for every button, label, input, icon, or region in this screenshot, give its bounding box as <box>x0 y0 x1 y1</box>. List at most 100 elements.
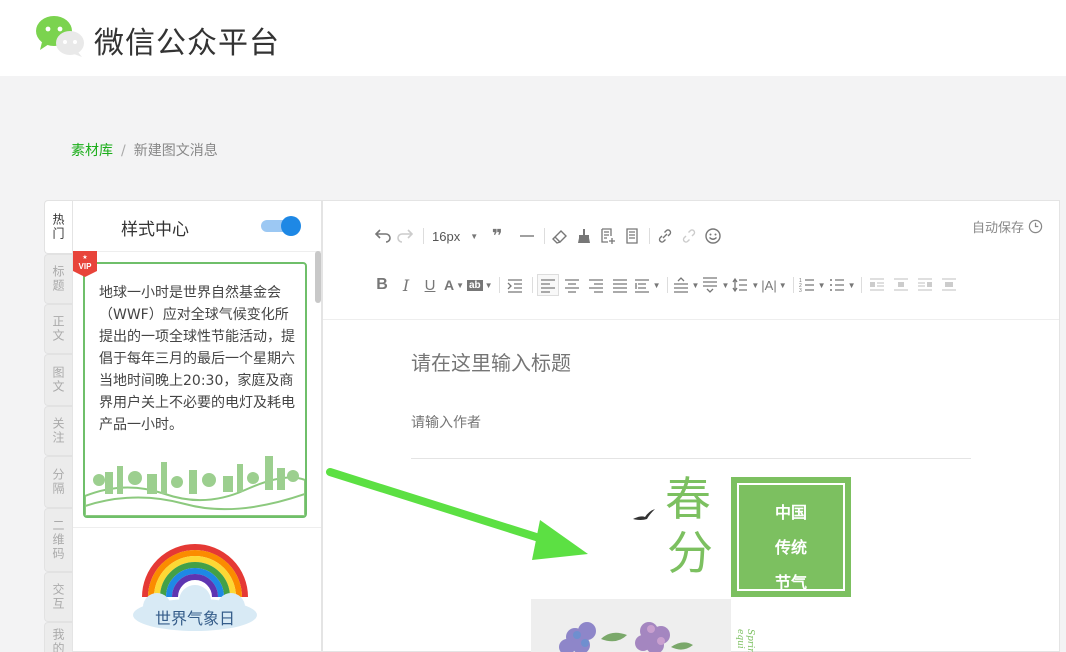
clock-icon <box>1028 219 1043 234</box>
chevron-down-icon: ▼ <box>456 280 465 290</box>
letter-spacing-icon: |A| <box>761 277 777 293</box>
equinox-character: 分 <box>667 526 713 580</box>
insert-link-button[interactable] <box>654 225 676 247</box>
align-right-button[interactable] <box>585 274 607 296</box>
editor-divider <box>323 319 1059 320</box>
world-meteorological-day-label: 世界气象日 <box>154 609 235 628</box>
format-painter-button[interactable] <box>573 225 595 247</box>
image-float-right-icon <box>918 278 933 291</box>
style-center-panel: 样式中心 地球一小时是世界自然基金会（WWF）应对全球气候变化所提出的一项全球性… <box>72 200 322 652</box>
earth-hour-style-card[interactable]: 地球一小时是世界自然基金会（WWF）应对全球气候变化所提出的一项全球性节能活动，… <box>83 262 307 518</box>
align-center-button[interactable] <box>561 274 583 296</box>
panel-scrollbar[interactable] <box>315 251 321 303</box>
image-float-left-button[interactable] <box>866 274 888 296</box>
undo-icon <box>374 229 391 243</box>
breadcrumb-separator: / <box>121 143 126 159</box>
background-color-button[interactable]: ab ▼ <box>467 274 493 296</box>
smiley-icon <box>705 228 721 244</box>
tab-follow[interactable]: 关注 <box>44 406 72 456</box>
toolbar-separator <box>861 277 863 293</box>
insert-paragraph-button[interactable] <box>597 225 619 247</box>
underline-button[interactable]: U <box>419 274 441 296</box>
document-button[interactable] <box>621 225 643 247</box>
clear-format-button[interactable] <box>549 225 571 247</box>
image-float-right-button[interactable] <box>914 274 936 296</box>
tab-body[interactable]: 正文 <box>44 304 72 354</box>
bullet-list-icon <box>829 279 844 291</box>
spacing-after-button[interactable]: ▼ <box>701 274 729 296</box>
emoji-button[interactable] <box>702 225 724 247</box>
font-size-select[interactable]: 16px ▼ <box>432 225 478 247</box>
unlink-icon <box>682 229 696 243</box>
image-center-button[interactable] <box>890 274 912 296</box>
tab-qrcode[interactable]: 二维码 <box>44 508 72 572</box>
top-header: 微信公众平台 <box>0 0 1066 76</box>
style-center-title: 样式中心 <box>121 220 189 240</box>
align-left-button[interactable] <box>536 274 559 296</box>
tab-interaction[interactable]: 交互 <box>44 572 72 622</box>
horizontal-rule-button[interactable] <box>516 225 538 247</box>
spacing-before-icon <box>673 277 688 293</box>
autosave-indicator[interactable]: 自动保存 <box>972 217 1043 236</box>
line-height-icon <box>732 277 748 293</box>
distribute-button[interactable]: ▼ <box>633 274 661 296</box>
chevron-down-icon: ▼ <box>484 280 493 290</box>
line-height-button[interactable]: ▼ <box>731 274 759 296</box>
earth-hour-text: 地球一小时是世界自然基金会（WWF）应对全球气候变化所提出的一项全球性节能活动，… <box>99 285 295 433</box>
redo-button[interactable] <box>395 225 417 247</box>
wechat-logo-icon[interactable] <box>34 14 86 58</box>
tab-title[interactable]: 标题 <box>44 254 72 304</box>
align-justify-icon <box>612 279 627 293</box>
link-icon <box>658 229 672 243</box>
toolbar-separator <box>649 228 651 244</box>
bold-icon: B <box>376 276 388 293</box>
image-float-left-icon <box>870 278 885 291</box>
image-inline-icon <box>942 278 957 291</box>
hydrangea-photo[interactable] <box>531 599 731 652</box>
annotation-arrow-icon <box>326 468 588 560</box>
world-meteorological-day-card[interactable]: 世界气象日 <box>127 541 263 641</box>
align-justify-button[interactable] <box>609 274 631 296</box>
article-author-input[interactable] <box>411 415 971 431</box>
tab-mine[interactable]: 我的 <box>44 622 72 652</box>
spring-equinox-vertical-text: Spring equi <box>735 629 755 652</box>
style-center-toggle[interactable] <box>261 215 301 237</box>
toolbar-separator <box>498 277 500 293</box>
ordered-list-button[interactable]: 1 2 3 ▼ <box>798 274 826 296</box>
vip-badge-label: VIP <box>79 262 93 271</box>
font-color-button[interactable]: A ▼ <box>443 274 465 296</box>
solar-term-badge: 中国 传统 节气 <box>731 477 851 597</box>
bold-button[interactable]: B <box>371 274 393 296</box>
tab-divider[interactable]: 分隔 <box>44 456 72 508</box>
chevron-down-icon: ▼ <box>652 280 661 290</box>
letter-spacing-button[interactable]: |A| ▼ <box>761 274 786 296</box>
indent-button[interactable] <box>504 274 526 296</box>
toolbar-separator <box>423 228 424 244</box>
toggle-knob <box>281 216 301 236</box>
breadcrumb-material-library[interactable]: 素材库 <box>71 143 113 159</box>
underline-icon: U <box>424 276 436 294</box>
bullet-list-button[interactable]: ▼ <box>828 274 855 296</box>
quote-icon: ❞ <box>491 225 503 246</box>
badge-line-3: 节气 <box>774 573 807 592</box>
chevron-down-icon: ▼ <box>778 280 787 290</box>
toolbar-row-1: 16px ▼ ❞ <box>371 224 726 248</box>
highlight-icon: ab <box>467 279 483 291</box>
image-inline-button[interactable] <box>938 274 960 296</box>
align-left-icon <box>540 279 555 293</box>
toolbar-row-2: B I U A ▼ ab ▼ ▼ ▼ ▼ ▼ |A| ▼ 1 2 3 ▼ ▼ <box>371 273 962 297</box>
solar-term-badge-frame: 中国 传统 节气 <box>737 483 845 592</box>
autosave-label: 自动保存 <box>971 221 1024 236</box>
tab-hot[interactable]: 热门 <box>44 200 72 254</box>
unlink-button[interactable] <box>678 225 700 247</box>
blockquote-button[interactable]: ❞ <box>486 225 508 247</box>
tab-image-text[interactable]: 图文 <box>44 354 72 406</box>
spacing-before-button[interactable]: ▼ <box>672 274 699 296</box>
vip-badge-icon: VIP ★ <box>73 251 97 277</box>
italic-button[interactable]: I <box>395 274 417 296</box>
breadcrumb: 素材库 / 新建图文消息 <box>71 140 218 160</box>
ordered-list-icon: 123 <box>799 278 814 294</box>
toolbar-separator <box>531 277 533 293</box>
article-title-input[interactable] <box>411 351 971 375</box>
undo-button[interactable] <box>371 225 393 247</box>
